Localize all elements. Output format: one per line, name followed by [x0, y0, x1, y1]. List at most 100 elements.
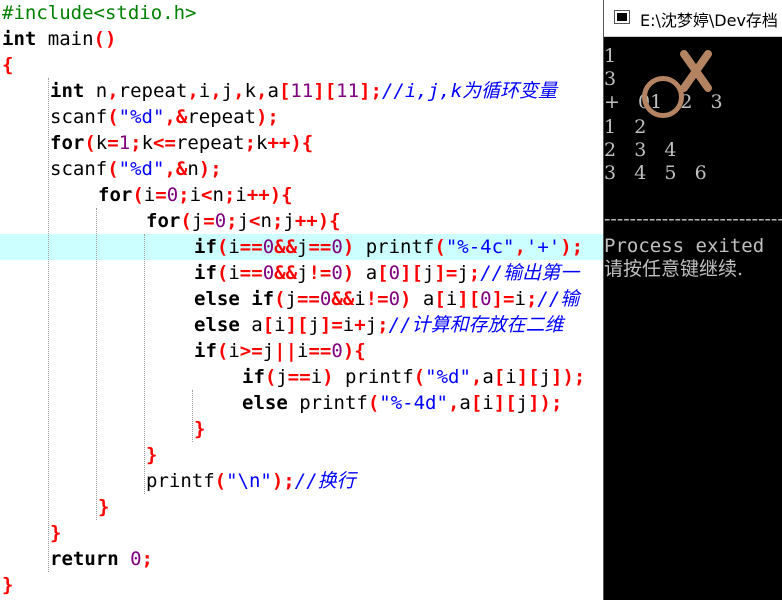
code-token: j [262, 340, 275, 362]
code-token: 0 [388, 288, 401, 310]
code-token: ( [107, 106, 119, 128]
code-token: i [310, 366, 323, 388]
console-window[interactable]: E:\沈梦婷\Dev存档 1 3 + 01 2 31 22 3 43 4 5 6 --… [603, 0, 782, 600]
code-token: i [235, 184, 247, 206]
code-token: '+' [525, 236, 561, 258]
code-token: ][ [313, 80, 337, 102]
code-text: scanf("%d",&n); [50, 156, 222, 182]
code-token: printf [354, 236, 435, 258]
code-token: k [141, 132, 154, 154]
code-text: if(i==0&&j==0) printf("%-4c",'+'); [194, 234, 583, 260]
code-text: printf("\n");//换行 [146, 468, 356, 494]
console-line: 3 4 5 6 [604, 162, 707, 184]
code-token: ++){ [267, 132, 314, 154]
code-token: , [233, 80, 245, 102]
code-token: repeat [118, 80, 188, 102]
indent-guide [96, 208, 97, 520]
code-token: , [210, 80, 222, 102]
code-token: if [194, 340, 217, 362]
code-token: "\n" [226, 470, 272, 492]
code-token: //i,j,k为循环变量 [381, 80, 558, 102]
code-token: for [50, 132, 85, 154]
code-token: + [354, 314, 366, 336]
code-token: [ [470, 392, 483, 414]
code-token: ; [226, 210, 238, 232]
console-title: E:\沈梦婷\Dev存档 [640, 11, 778, 30]
code-token: 0 [130, 548, 142, 570]
code-token: i [505, 366, 517, 388]
code-token: 11 [290, 80, 314, 102]
code-token: == [308, 236, 332, 258]
code-token: ) [342, 236, 355, 258]
code-token: n [212, 184, 224, 206]
indent-guide [192, 390, 193, 442]
code-token: ; [130, 132, 142, 154]
code-token: i [143, 184, 156, 206]
code-token: } [2, 574, 14, 596]
code-token: i [445, 288, 458, 310]
console-line: Process exited [604, 235, 765, 257]
code-token: //换行 [294, 470, 356, 492]
code-text: for(k=1;k<=repeat;k++){ [50, 130, 313, 156]
code-token: ]); [551, 366, 586, 388]
code-text: if(i==0&&j!=0) a[0][j]=j;//输出第一 [194, 260, 579, 286]
code-text: } [146, 442, 157, 468]
code-text: } [50, 520, 61, 546]
code-text: else printf("%-4d",a[i][j]); [242, 390, 562, 416]
code-token: ; [244, 132, 257, 154]
code-token: j [308, 314, 320, 336]
code-token: j [365, 314, 378, 336]
code-token: "%d" [118, 106, 165, 128]
code-token: j [221, 80, 234, 102]
code-token: [ [493, 366, 506, 388]
code-token: a [354, 262, 378, 284]
code-text: } [2, 572, 13, 598]
code-token: [ [377, 262, 389, 284]
code-token: ( [84, 132, 96, 154]
code-token: j [457, 262, 469, 284]
code-token: 0 [319, 288, 332, 310]
code-token: a [459, 392, 471, 414]
console-line: 1 [604, 45, 617, 67]
code-token: j [285, 288, 297, 310]
code-token: n [260, 210, 272, 232]
code-text: for(j=0;j<n;j++){ [146, 208, 341, 234]
console-line: 2 3 4 [604, 139, 677, 161]
code-token: ( [132, 184, 144, 206]
code-token: a [482, 366, 494, 388]
code-token: , [256, 80, 268, 102]
code-token: i [274, 314, 286, 336]
code-token: else if [194, 288, 275, 310]
cross-annotation-icon [680, 50, 712, 92]
code-token: k [256, 132, 268, 154]
code-token: ,& [164, 106, 188, 128]
code-text: for(i=0;i<n;i++){ [98, 182, 293, 208]
code-token: i [342, 314, 355, 336]
code-token: == [239, 262, 263, 284]
code-token: 1 [118, 132, 131, 154]
code-token: j [516, 392, 529, 414]
code-token: ){ [342, 340, 366, 362]
code-token: ][ [516, 366, 540, 388]
code-text: } [98, 494, 109, 520]
code-token: if [242, 366, 265, 388]
code-token: 0 [214, 210, 227, 232]
console-window-icon [614, 10, 630, 24]
code-text: } [194, 416, 205, 442]
code-token: //计算和存放在二维 [388, 314, 564, 336]
code-text: else if(j==0&&i!=0) a[i][0]=i;//输 [194, 286, 579, 312]
code-token: else [242, 392, 288, 414]
code-token: i [228, 262, 240, 284]
code-token: } [194, 418, 206, 440]
code-text: if(j==i) printf("%d",a[i][j]); [242, 364, 585, 390]
code-token: < [201, 184, 213, 206]
code-token: //输 [537, 288, 580, 310]
code-token: if [194, 262, 217, 284]
code-token: ++){ [246, 184, 293, 206]
console-titlebar[interactable]: E:\沈梦婷\Dev存档 [604, 0, 782, 37]
code-token: ) [400, 288, 412, 310]
code-token: i [228, 236, 240, 258]
code-token: != [308, 262, 332, 284]
code-token: ); [560, 236, 584, 258]
code-token: ( [367, 392, 380, 414]
